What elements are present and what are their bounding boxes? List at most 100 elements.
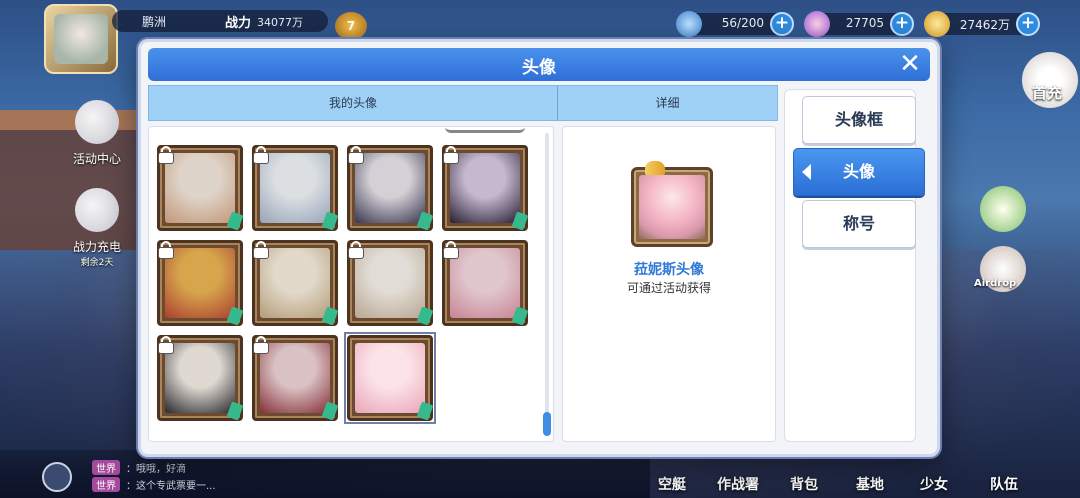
chat-channel-tag: 世界 xyxy=(92,477,120,492)
scrollbar-track[interactable] xyxy=(545,133,549,433)
power-charge-button[interactable]: 战力充电 剩余2天 xyxy=(52,188,142,276)
diamond-resource: 27705 + xyxy=(804,11,914,37)
power-charge-timer: 剩余2天 xyxy=(80,258,114,268)
nav-operations[interactable]: 作战署 xyxy=(708,474,768,494)
tab-my-avatars[interactable]: 我的头像 xyxy=(149,86,557,120)
bottom-nav: 空艇 作战署 背包 基地 少女 队伍 xyxy=(650,450,1080,498)
diamond-icon xyxy=(804,11,830,37)
player-avatar[interactable] xyxy=(44,4,118,74)
lock-icon xyxy=(158,241,174,259)
gold-add-button[interactable]: + xyxy=(1016,12,1040,36)
avatar-option[interactable] xyxy=(252,145,339,231)
avatar-option[interactable] xyxy=(347,145,434,231)
avatar-portrait xyxy=(355,248,425,318)
diamond-add-button[interactable]: + xyxy=(890,12,914,36)
gold-coin-icon xyxy=(924,11,950,37)
avatar-portrait xyxy=(355,343,425,413)
lock-icon xyxy=(158,146,174,164)
avatar-option[interactable] xyxy=(252,335,339,421)
lock-icon xyxy=(443,241,459,259)
avatar-portrait xyxy=(450,248,520,318)
player-name: 鹏洲 xyxy=(142,15,167,29)
avatar-option[interactable] xyxy=(157,335,244,421)
avatar-grid xyxy=(148,126,554,442)
nav-team[interactable]: 队伍 xyxy=(974,474,1034,494)
energy-resource: 56/200 + xyxy=(676,11,794,37)
left-side-menu: 活动中心 战力充电 剩余2天 xyxy=(52,100,142,276)
dialog-title: 头像 xyxy=(522,58,556,78)
avatar-name: 菈妮斯头像 xyxy=(634,262,704,278)
avatar-option[interactable] xyxy=(442,145,529,231)
power-charge-icon xyxy=(75,188,119,232)
avatar-portrait xyxy=(165,153,235,223)
power-charge-label: 战力充电 xyxy=(72,240,121,254)
dialog-tab-strip: 我的头像 详细 xyxy=(148,85,778,121)
avatar-portrait xyxy=(260,248,330,318)
selected-avatar-preview xyxy=(631,161,713,247)
avatar-obtain-hint: 可通过活动获得 xyxy=(626,281,711,295)
chat-bar[interactable]: 世界 ：哦哦，好滴 世界 ：这个专武票要一... xyxy=(0,450,650,498)
activity-center-label: 活动中心 xyxy=(72,152,121,166)
avatar-option[interactable] xyxy=(157,240,244,326)
power-value: 34077万 xyxy=(257,16,303,29)
chat-channel-tag: 世界 xyxy=(92,460,120,475)
avatar-portrait xyxy=(260,343,330,413)
chat-message: 世界 ：哦哦，好滴 xyxy=(92,460,186,475)
right-side-menu: 首充 Airdrop xyxy=(940,46,1080,446)
lock-icon xyxy=(253,336,269,354)
avatar-portrait xyxy=(639,175,705,239)
rank-badge[interactable]: 7 xyxy=(335,12,367,40)
nav-girls[interactable]: 少女 xyxy=(904,474,964,494)
crown-ornament-icon xyxy=(645,161,665,175)
scrollbar-thumb[interactable] xyxy=(543,412,551,436)
avatar-portrait xyxy=(165,343,235,413)
airdrop-label: Airdrop xyxy=(974,278,1017,289)
avatar-frame-category-button[interactable]: 头像框 xyxy=(802,96,916,144)
gold-resource: 27462万 + xyxy=(924,11,1040,37)
scroll-overflow-hint xyxy=(445,127,525,133)
profile-button[interactable] xyxy=(980,186,1026,232)
first-charge-label: 首充 xyxy=(1032,84,1063,102)
close-button[interactable]: ✕ xyxy=(896,50,924,78)
power-label: 战力 xyxy=(225,16,252,31)
avatar-category-button[interactable]: 头像 xyxy=(793,148,925,196)
avatar-category-label: 头像 xyxy=(842,162,875,181)
selected-arrow-icon xyxy=(802,164,811,180)
avatar-dialog: 头像 ✕ 我的头像 详细 菈妮斯头像 可通过活动获得 头像框 头像 称号 xyxy=(138,39,940,457)
title-category-button[interactable]: 称号 xyxy=(802,200,916,248)
lock-icon xyxy=(253,241,269,259)
player-info-bar: 鹏洲 战力 34077万 xyxy=(112,10,328,32)
avatar-option[interactable] xyxy=(344,332,436,424)
lock-icon xyxy=(443,146,459,164)
avatar-portrait xyxy=(260,153,330,223)
lock-icon xyxy=(348,241,364,259)
avatar-detail-panel: 菈妮斯头像 可通过活动获得 xyxy=(562,126,776,442)
avatar-portrait xyxy=(165,248,235,318)
energy-value: 56/200 xyxy=(721,16,764,30)
nav-base[interactable]: 基地 xyxy=(840,474,900,494)
avatar-option[interactable] xyxy=(157,145,244,231)
lock-icon xyxy=(158,336,174,354)
avatar-option[interactable] xyxy=(252,240,339,326)
energy-icon xyxy=(676,11,702,37)
energy-add-button[interactable]: + xyxy=(770,12,794,36)
diamond-value: 27705 xyxy=(845,16,884,30)
avatar-option[interactable] xyxy=(347,240,434,326)
lock-icon xyxy=(253,146,269,164)
chat-icon[interactable] xyxy=(42,462,72,492)
chat-text: ：哦哦，好滴 xyxy=(126,464,186,475)
gold-value: 27462万 xyxy=(959,18,1010,32)
category-panel: 头像框 头像 称号 xyxy=(784,89,925,442)
avatar-portrait xyxy=(355,153,425,223)
activity-center-button[interactable]: 活动中心 xyxy=(52,100,142,188)
activity-center-icon xyxy=(75,100,119,144)
nav-airship[interactable]: 空艇 xyxy=(642,474,702,494)
avatar-portrait xyxy=(450,153,520,223)
dialog-header: 头像 ✕ xyxy=(148,48,930,81)
lock-icon xyxy=(348,146,364,164)
player-avatar-portrait xyxy=(54,14,108,64)
nav-bag[interactable]: 背包 xyxy=(774,474,834,494)
tab-details[interactable]: 详细 xyxy=(558,86,777,120)
chat-message: 世界 ：这个专武票要一... xyxy=(92,477,216,492)
avatar-option[interactable] xyxy=(442,240,529,326)
